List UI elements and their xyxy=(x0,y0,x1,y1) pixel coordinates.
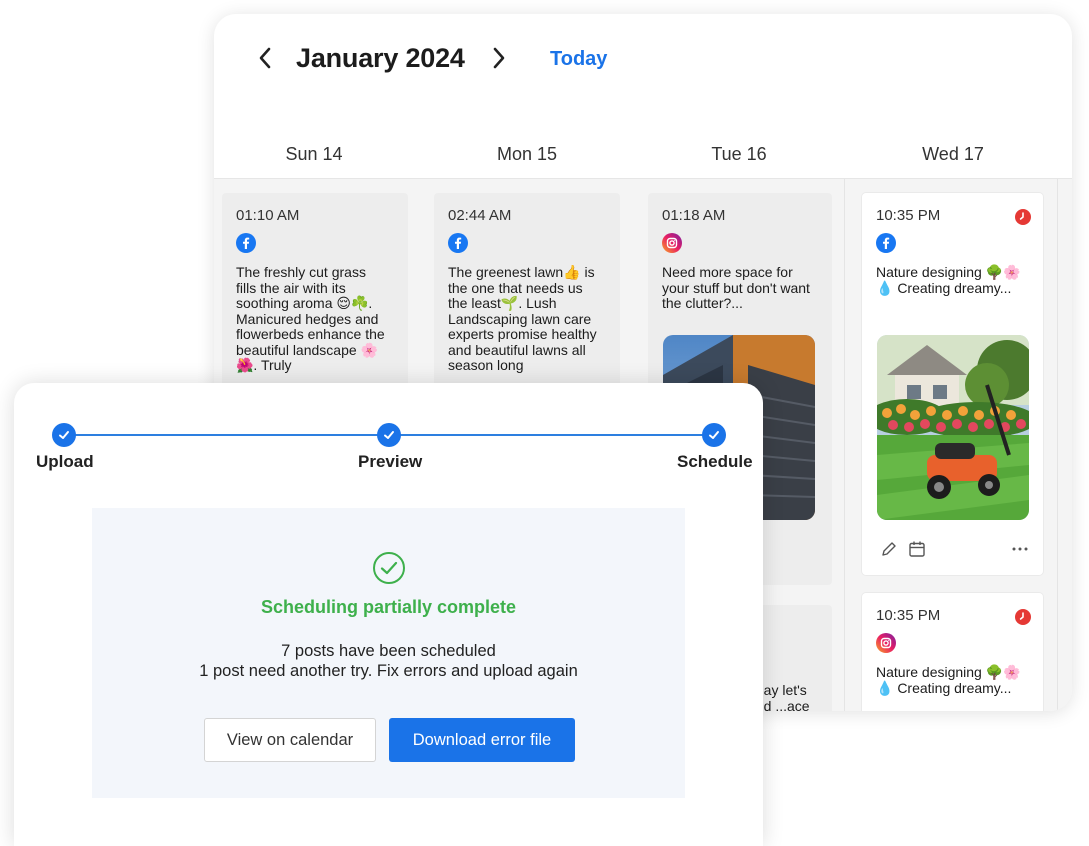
month-title: January 2024 xyxy=(296,43,465,73)
view-on-calendar-button[interactable]: View on calendar xyxy=(204,718,376,762)
error-clock-icon xyxy=(1015,209,1031,225)
result-title: Scheduling partially complete xyxy=(260,597,517,617)
post-time: 01:10 AM xyxy=(236,207,300,224)
post-time: 01:18 AM xyxy=(662,207,726,224)
post-time: 10:35 PM xyxy=(876,207,941,224)
post-card[interactable]: 10:35 PM Nature designing 🌳🌸💧 Creating d… xyxy=(862,193,1043,575)
step-label-preview: Preview xyxy=(358,452,423,471)
post-card[interactable]: 10:35 PM Nature designing 🌳🌸💧 Creating d… xyxy=(862,593,1043,711)
day-header-wed: Wed 17 xyxy=(922,144,984,164)
calendar-icon[interactable] xyxy=(908,540,926,558)
chevron-right-icon xyxy=(493,47,505,69)
post-actions xyxy=(880,540,1029,560)
day-header-sun: Sun 14 xyxy=(285,144,343,164)
step-preview-check-icon xyxy=(377,423,401,447)
chevron-left-icon xyxy=(259,47,271,69)
day-header-tue: Tue 16 xyxy=(711,144,767,164)
lawn-mower-image xyxy=(877,335,1029,520)
schedule-result-card: Upload Preview Schedule Scheduling parti… xyxy=(14,383,763,846)
day-headers: Sun 14 Mon 15 Tue 16 Wed 17 xyxy=(214,136,1072,179)
post-text: Nature designing 🌳🌸💧 Creating dreamy... xyxy=(876,264,1021,296)
pencil-icon[interactable] xyxy=(880,540,898,558)
result-panel: Scheduling partially complete 7 posts ha… xyxy=(92,508,685,798)
download-error-file-button[interactable]: Download error file xyxy=(389,718,575,762)
facebook-icon xyxy=(448,233,468,253)
today-button[interactable]: Today xyxy=(550,47,607,71)
column-divider xyxy=(844,179,845,711)
post-time: 02:44 AM xyxy=(448,207,512,224)
day-header-mon: Mon 15 xyxy=(496,144,558,164)
facebook-icon xyxy=(236,233,256,253)
facebook-icon xyxy=(876,233,896,253)
step-label-schedule: Schedule xyxy=(677,452,753,471)
column-divider xyxy=(1057,179,1058,711)
result-message: 7 posts have been scheduled 1 post need … xyxy=(92,641,685,681)
post-text: Need more space for your stuff but don't… xyxy=(662,264,810,311)
step-label-upload: Upload xyxy=(36,452,94,471)
post-text: The freshly cut grass fills the air with… xyxy=(236,264,385,373)
next-month-button[interactable] xyxy=(484,42,514,74)
post-time: 10:35 PM xyxy=(876,607,941,624)
retry-text: 1 post need another try. Fix errors and … xyxy=(199,662,578,680)
post-text: The greenest lawn👍 is the one that needs… xyxy=(448,264,597,373)
post-text: ...ay let's ...d ...ace xyxy=(752,682,810,711)
success-check-icon xyxy=(373,552,405,584)
post-text: Nature designing 🌳🌸💧 Creating dreamy... xyxy=(876,664,1021,696)
more-options-icon[interactable] xyxy=(1011,540,1029,558)
instagram-icon xyxy=(662,233,682,253)
calendar-header: January 2024 Today xyxy=(214,14,1072,104)
step-upload-check-icon xyxy=(52,423,76,447)
scheduled-count-text: 7 posts have been scheduled xyxy=(281,642,496,660)
step-schedule-check-icon xyxy=(702,423,726,447)
prev-month-button[interactable] xyxy=(250,42,280,74)
error-clock-icon xyxy=(1015,609,1031,625)
instagram-icon xyxy=(876,633,896,653)
